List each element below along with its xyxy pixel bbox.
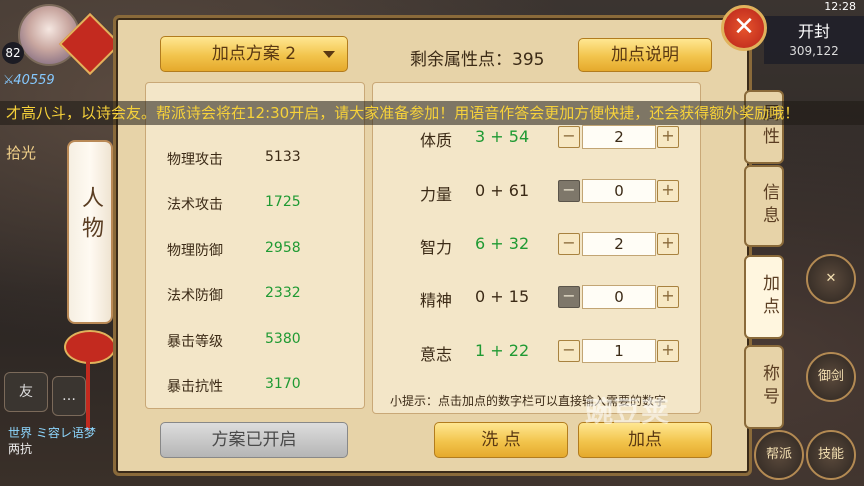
close-icon[interactable]: ✕ <box>721 5 767 51</box>
remaining-points: 剩余属性点：395 <box>410 50 545 70</box>
plus-button[interactable]: + <box>657 233 679 255</box>
stat-label: 暴击等级 <box>167 334 223 350</box>
plus-button[interactable]: + <box>657 286 679 308</box>
attr-input[interactable]: 2 <box>582 232 656 256</box>
minus-button[interactable]: − <box>558 180 580 202</box>
tab-addpoint[interactable]: 加点 <box>744 255 784 339</box>
character-scroll-label: 人物 <box>78 186 103 246</box>
attr-label: 体质 <box>420 131 453 150</box>
chat-line-2: 两抗 <box>8 442 33 456</box>
attr-input[interactable]: 0 <box>582 179 656 203</box>
chat-bubble-icon[interactable]: … <box>52 376 86 416</box>
city-coords: 309,122 <box>789 44 839 58</box>
attr-input[interactable]: 2 <box>582 125 656 149</box>
tassel-decoration <box>86 360 90 430</box>
attr-input[interactable]: 1 <box>582 339 656 363</box>
stat-value: 5133 <box>265 149 301 165</box>
plus-button[interactable]: + <box>657 340 679 362</box>
wash-points-button[interactable]: 洗 点 <box>434 422 568 458</box>
attr-base-value: 3 + 54 <box>475 127 530 146</box>
attr-base-value: 1 + 22 <box>475 341 530 360</box>
stat-label: 暴击抗性 <box>167 379 223 395</box>
attr-base-value: 0 + 15 <box>475 287 530 306</box>
friends-button[interactable]: 友 <box>4 372 48 412</box>
stat-value: 5380 <box>265 331 301 347</box>
clock-text: 12:28 <box>824 0 856 13</box>
pickup-label[interactable]: 拾光 <box>6 142 36 163</box>
plus-button[interactable]: + <box>657 180 679 202</box>
sword-flight-button[interactable]: 御剑 <box>806 352 856 402</box>
watermark-logo: 豌豆荚 <box>585 395 670 428</box>
city-info[interactable]: 开封 309,122 <box>764 16 864 64</box>
stat-label: 法术攻击 <box>167 197 223 213</box>
addpoint-help-button[interactable]: 加点说明 <box>578 38 712 72</box>
announcement-banner: 才高八斗，以诗会友。帮派诗会将在12:30开启，请大家准备参加！用语音作答会更加… <box>0 101 864 125</box>
power-icon: ⚔ <box>4 73 14 88</box>
attr-label: 智力 <box>420 238 453 257</box>
attr-base-value: 0 + 61 <box>475 181 530 200</box>
stat-value: 2958 <box>265 240 301 256</box>
attr-base-value: 6 + 32 <box>475 234 530 253</box>
stat-label: 物理防御 <box>167 243 223 259</box>
stat-value: 1725 <box>265 194 301 210</box>
plus-button[interactable]: + <box>657 126 679 148</box>
lucky-knot-icon <box>64 330 116 364</box>
skills-button[interactable]: 技能 <box>806 430 856 480</box>
remaining-points-value: 395 <box>512 50 545 70</box>
minus-button[interactable]: − <box>558 233 580 255</box>
chevron-down-icon <box>323 51 335 58</box>
tab-info[interactable]: 信息 <box>744 165 784 247</box>
level-badge: 82 <box>2 42 24 64</box>
minus-button[interactable]: − <box>558 340 580 362</box>
scheme-enabled-button[interactable]: 方案已开启 <box>160 422 348 458</box>
character-scroll-tab[interactable]: 人物 <box>67 140 113 324</box>
tab-title[interactable]: 称号 <box>744 345 784 429</box>
close-x-icon[interactable]: ✕ <box>806 254 856 304</box>
minus-button[interactable]: − <box>558 286 580 308</box>
city-name: 开封 <box>797 22 830 41</box>
stat-value: 3170 <box>265 376 301 392</box>
scheme-select[interactable]: 加点方案 2 <box>160 36 348 72</box>
guild-button[interactable]: 帮派 <box>754 430 804 480</box>
minus-button[interactable]: − <box>558 126 580 148</box>
stat-label: 法术防御 <box>167 288 223 304</box>
chat-world-line[interactable]: 世界 ミ容レ语梦 <box>8 424 108 441</box>
attr-label: 精神 <box>420 291 453 310</box>
status-bar: 12:28 <box>746 0 864 16</box>
attr-label: 意志 <box>420 345 453 364</box>
stat-label: 物理攻击 <box>167 152 223 168</box>
power-value: ⚔40559 <box>4 73 55 88</box>
stat-value: 2332 <box>265 285 301 301</box>
attr-label: 力量 <box>420 185 453 204</box>
attr-input[interactable]: 0 <box>582 285 656 309</box>
